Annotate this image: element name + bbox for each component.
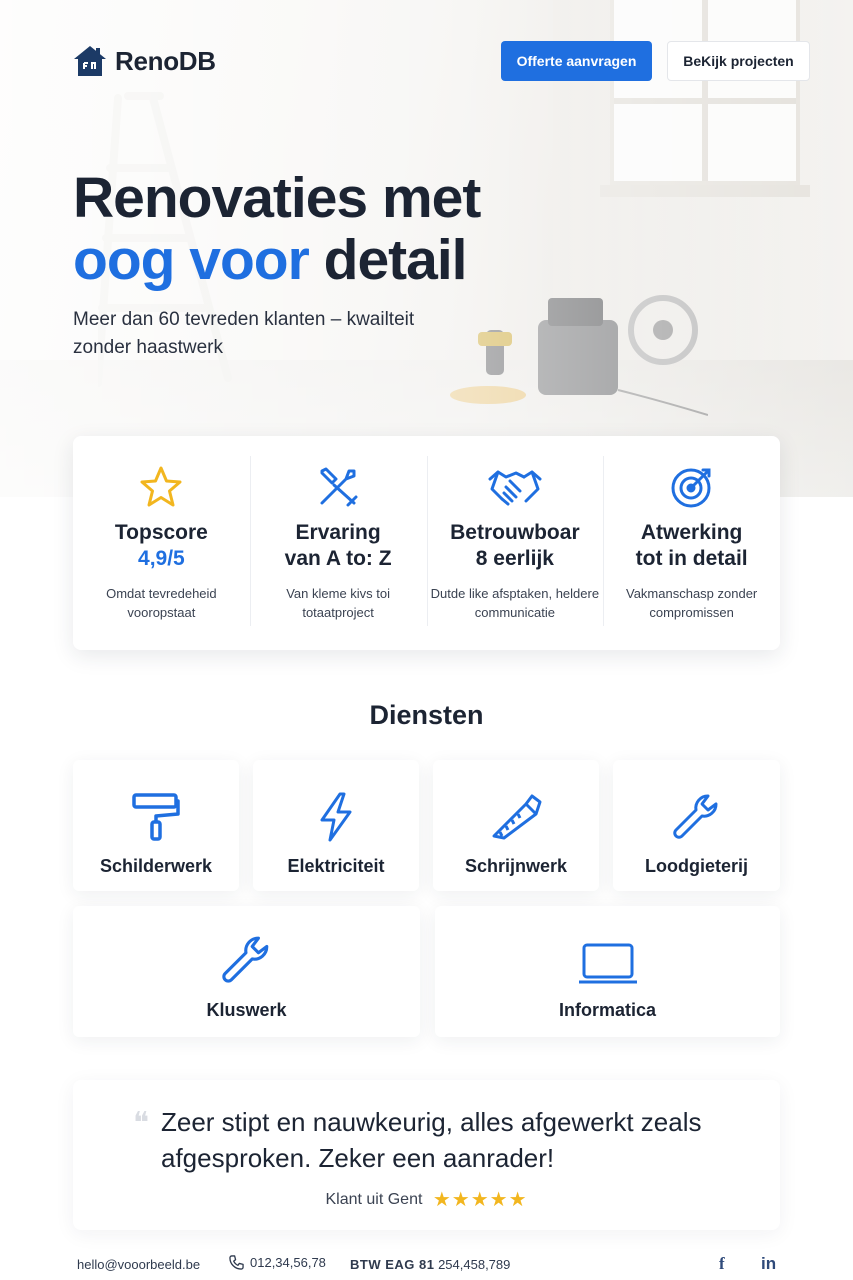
footer-vat: BTW EAG 81 254,458,789 [350, 1257, 510, 1272]
feature-subtitle: tot in detail [635, 547, 748, 570]
service-card-elektriciteit[interactable]: Elektriciteit [253, 760, 419, 891]
feature-description: Vakmanschasp zonder compromissen [625, 586, 758, 620]
house-icon [74, 46, 106, 76]
handshake-icon [488, 470, 542, 506]
feature-item: Topscore 4,9/5 Omdat tevredeheid voorops… [73, 436, 250, 650]
service-card-loodgieterij[interactable]: Loodgieterij [613, 760, 780, 891]
hero-title-rest: detail [308, 228, 468, 292]
feature-title: Atwerking [640, 521, 743, 544]
feature-subtitle: van A to: Z [284, 547, 392, 570]
service-label: Schilderwerk [99, 856, 213, 876]
rating-stars: ★★★★★ [432, 1189, 528, 1211]
target-icon [671, 468, 711, 508]
facebook-icon[interactable]: f [719, 1254, 725, 1274]
hero-title-accent: oog voor [73, 228, 310, 292]
feature-description: Van kleme kivs toi totaatproject [286, 586, 391, 620]
footer-vat-number: 254,458,789 [434, 1257, 511, 1272]
service-label: Kluswerk [206, 1000, 287, 1020]
feature-subtitle: 8 eerlijk [475, 547, 554, 570]
service-card-kluswerk[interactable]: Kluswerk [73, 906, 420, 1037]
feature-item: Betrouwboar 8 eerlijk Dutde like afsptak… [426, 436, 604, 650]
brand-name: RenoDB [115, 45, 216, 76]
service-label: Elektriciteit [287, 856, 385, 876]
footer-phone-number: 012,34,56,78 [250, 1255, 326, 1270]
linkedin-icon[interactable]: in [761, 1254, 776, 1274]
feature-title: Betrouwboar [450, 521, 580, 544]
wrench-icon [672, 794, 718, 839]
view-projects-button[interactable]: BeKijk projecten [667, 41, 810, 81]
feature-subtitle: 4,9/5 [138, 547, 185, 570]
service-card-informatica[interactable]: Informatica [435, 906, 780, 1037]
service-card-schilderwerk[interactable]: Schilderwerk [73, 760, 239, 891]
features-card: Topscore 4,9/5 Omdat tevredeheid voorops… [73, 436, 780, 650]
brand-logo[interactable]: RenoDB [73, 45, 216, 77]
page-title: Renovaties met oog voor detail [73, 167, 593, 291]
feature-item: Atwerking tot in detail Vakmanschasp zon… [603, 436, 780, 650]
footer-email-link[interactable]: hello@vooorbeeld.be [77, 1257, 200, 1272]
paint-roller-icon [132, 793, 180, 841]
lightning-icon [320, 792, 352, 842]
service-card-schrijnwerk[interactable]: Schrijnwerk [433, 760, 599, 891]
footer: hello@vooorbeeld.be 012,34,56,78 BTW EAG… [0, 1252, 853, 1280]
footer-phone[interactable]: 012,34,56,78 [229, 1255, 326, 1270]
hero-title-line1: Renovaties met [73, 166, 481, 230]
feature-description: Dutde like afsptaken, heldere communicat… [430, 586, 600, 620]
star-icon [140, 466, 182, 507]
service-label: Schrijnwerk [464, 856, 568, 876]
feature-title: Topscore [114, 521, 208, 544]
phone-icon [229, 1255, 244, 1270]
hero-subtitle: Meer dan 60 tevreden klanten – kwailteit… [73, 309, 415, 358]
feature-description: Omdat tevredeheid vooropstaat [106, 586, 217, 620]
request-quote-button[interactable]: Offerte aanvragen [501, 41, 652, 81]
testimonial-card: ❝ Zeer stipt en nauwkeurig, alles afgewe… [73, 1080, 780, 1230]
saw-icon [492, 794, 542, 840]
wrench-icon [221, 936, 268, 983]
laptop-icon [578, 943, 637, 984]
testimonial-author: Klant uit Gent [325, 1191, 423, 1208]
footer-vat-label: BTW EAG 81 [350, 1257, 435, 1272]
testimonial-quote: Zeer stipt en nauwkeurig, alles afgewerk… [161, 1107, 702, 1173]
services-title: Diensten [369, 700, 484, 730]
service-label: Loodgieterij [645, 856, 748, 876]
quote-icon: ❝ [133, 1106, 150, 1141]
feature-item: Ervaring van A to: Z Van kleme kivs toi … [249, 436, 427, 650]
testimonial-author-row: Klant uit Gent ★★★★★ [73, 1187, 780, 1212]
feature-title: Ervaring [295, 521, 381, 544]
tools-icon [320, 467, 358, 507]
service-label: Informatica [558, 1000, 657, 1020]
